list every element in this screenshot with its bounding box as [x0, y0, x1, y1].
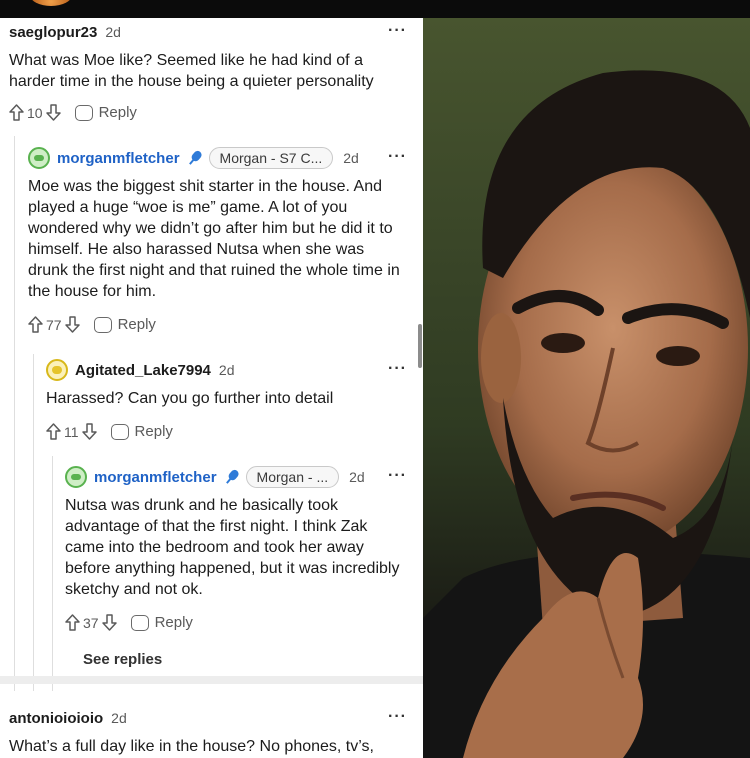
comment-actions: 77 Reply — [28, 316, 156, 333]
reply-label: Reply — [154, 614, 193, 631]
reply-bubble-icon — [110, 423, 129, 440]
more-options-icon[interactable]: ··· — [388, 708, 407, 726]
comment-separator — [0, 676, 423, 684]
thread-line — [33, 354, 34, 691]
send-message-overlay[interactable]: Send message — [14, 726, 114, 743]
upvote-icon[interactable] — [28, 316, 43, 333]
comment-actions: 11 Reply — [46, 423, 173, 440]
avatar[interactable] — [46, 359, 68, 381]
comment-morganmfletcher: morganmfletcher Morgan - S7 C... 2d ··· … — [28, 146, 407, 302]
comment-username[interactable]: morganmfletcher — [94, 469, 217, 486]
avatar[interactable] — [65, 466, 87, 488]
see-replies-link[interactable]: See replies — [83, 651, 162, 668]
upvote-icon[interactable] — [9, 104, 24, 121]
upvote-icon[interactable] — [65, 614, 80, 631]
more-options-icon[interactable]: ··· — [388, 22, 407, 40]
more-options-icon[interactable]: ··· — [388, 148, 407, 166]
reply-bubble-icon — [93, 316, 112, 333]
reply-label: Reply — [117, 316, 156, 333]
thread-line — [14, 136, 15, 691]
portrait-illustration — [423, 70, 750, 758]
comment-morganmfletcher-reply: morganmfletcher Morgan - ... 2d ··· Nuts… — [65, 465, 407, 600]
thread-line — [52, 456, 53, 691]
comment-username[interactable]: morganmfletcher — [57, 150, 180, 167]
comment-text: Moe was the biggest shit starter in the … — [28, 178, 400, 300]
reply-bubble-icon — [130, 614, 149, 631]
story-avatar-edge — [30, 0, 72, 6]
comment-actions: 10 Reply — [9, 104, 137, 121]
comment-text: Harassed? Can you go further into detail — [46, 390, 334, 407]
user-flair: Morgan - S7 C... — [208, 147, 334, 169]
comment-text: Nutsa was drunk and he basically took ad… — [65, 497, 400, 598]
reply-bubble-icon — [74, 104, 93, 121]
comment-username[interactable]: Agitated_Lake7994 — [75, 362, 211, 379]
downvote-icon[interactable] — [64, 316, 80, 333]
comment-text: What was Moe like? Seemed like he had ki… — [9, 52, 374, 90]
top-bar — [0, 0, 750, 18]
vote-count: 77 — [46, 316, 62, 333]
reply-button[interactable]: Reply — [93, 316, 156, 333]
comment-saeglopur23: saeglopur23 2d ··· What was Moe like? Se… — [9, 20, 407, 92]
reply-button[interactable]: Reply — [110, 423, 173, 440]
comment-time: 2d — [218, 362, 235, 378]
comment-actions: 37 Reply — [65, 614, 193, 631]
reddit-comments-panel: saeglopur23 2d ··· What was Moe like? Se… — [0, 18, 423, 758]
scrollbar[interactable] — [418, 324, 422, 368]
comment-time: 2d — [349, 469, 365, 485]
comment-username[interactable]: saeglopur23 — [9, 24, 97, 41]
upvote-icon[interactable] — [46, 423, 61, 440]
user-flair: Morgan - ... — [245, 466, 340, 488]
reply-button[interactable]: Reply — [74, 104, 137, 121]
avatar[interactable] — [28, 147, 50, 169]
vote-count: 10 — [27, 104, 43, 121]
downvote-icon[interactable] — [81, 423, 97, 440]
downvote-icon[interactable] — [45, 104, 61, 121]
vote-count: 11 — [64, 423, 79, 440]
comment-username[interactable]: antonioioioio — [9, 710, 103, 727]
reply-label: Reply — [134, 423, 173, 440]
mic-icon — [185, 148, 204, 168]
comment-time: 2d — [105, 24, 121, 40]
mic-icon — [222, 467, 241, 487]
comment-time: 2d — [111, 710, 127, 726]
more-options-icon[interactable]: ··· — [388, 360, 407, 378]
reply-button[interactable]: Reply — [130, 614, 193, 631]
portrait-photo — [423, 18, 750, 758]
comment-agitated-lake7994: Agitated_Lake7994 2d ··· Harassed? Can y… — [46, 358, 407, 409]
more-options-icon[interactable]: ··· — [388, 467, 407, 485]
comment-time: 2d — [343, 150, 359, 166]
reply-label: Reply — [98, 104, 137, 121]
vote-count: 37 — [83, 614, 99, 631]
downvote-icon[interactable] — [101, 614, 117, 631]
